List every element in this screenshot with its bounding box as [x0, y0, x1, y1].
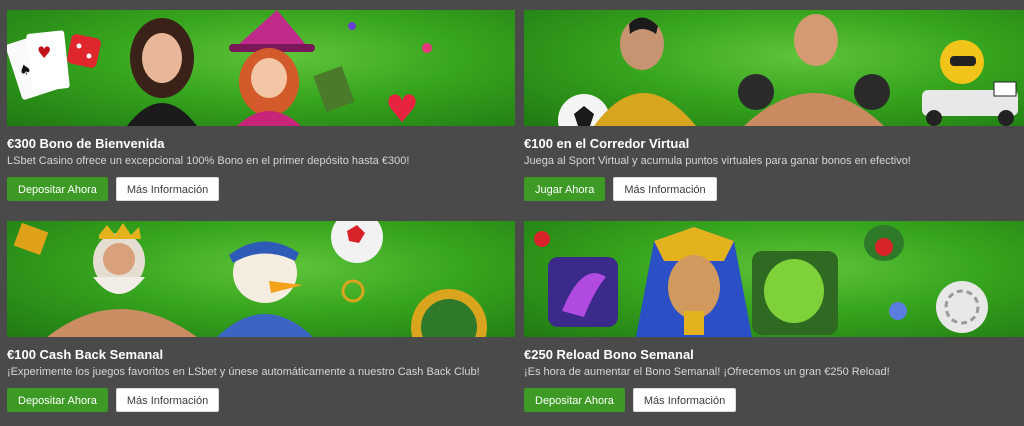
pharaoh-slots-banner [534, 225, 988, 337]
promo-card-cashback: €100 Cash Back Semanal ¡Experimente los … [7, 221, 515, 412]
promo-description: ¡Es hora de aumentar el Bono Semanal! ¡O… [524, 366, 890, 378]
deposit-now-button[interactable]: Depositar Ahora [524, 388, 625, 412]
promo-banner-image: ♥ ♠ ♥ [7, 10, 515, 126]
promo-banner-image [7, 221, 515, 337]
promo-description: ¡Experimente los juegos favoritos en LSb… [7, 366, 480, 378]
more-info-button[interactable]: Más Información [115, 177, 220, 201]
zeus-chicken-banner [13, 221, 487, 337]
virtual-sports-athletes-banner [558, 14, 1018, 126]
promo-description: LSbet Casino ofrece un excepcional 100% … [7, 155, 410, 167]
promo-description: Juega al Sport Virtual y acumula puntos … [524, 155, 911, 167]
promo-title: €300 Bono de Bienvenida [7, 136, 165, 151]
promo-card-reload: €250 Reload Bono Semanal ¡Es hora de aum… [524, 221, 1024, 412]
more-info-button[interactable]: Más Información [115, 388, 220, 412]
more-info-button[interactable]: Más Información [613, 177, 717, 201]
play-now-button[interactable]: Jugar Ahora [524, 177, 606, 201]
promo-card-virtual-racer: €100 en el Corredor Virtual Juega al Spo… [524, 10, 1024, 201]
promo-title: €250 Reload Bono Semanal [524, 347, 694, 362]
more-info-button[interactable]: Más Información [632, 388, 737, 412]
promo-banner-image [524, 10, 1024, 126]
svg-text:♥: ♥ [385, 87, 419, 126]
promo-title: €100 Cash Back Semanal [7, 347, 164, 362]
deposit-now-button[interactable]: Depositar Ahora [7, 388, 108, 412]
deposit-now-button[interactable]: Depositar Ahora [7, 177, 108, 201]
promo-title: €100 en el Corredor Virtual [524, 136, 690, 151]
promo-banner-image [524, 221, 1024, 337]
svg-text:♥: ♥ [37, 43, 51, 62]
casino-cards-witch-banner: ♥ ♠ ♥ [7, 10, 432, 126]
promo-card-welcome-bonus: ♥ ♠ ♥ €300 Bono de Bienvenida LSbet Casi… [7, 10, 515, 201]
